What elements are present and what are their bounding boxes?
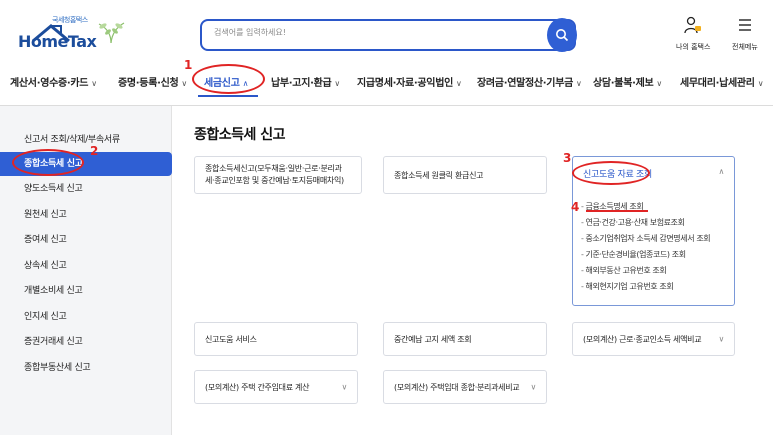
gnb-item-certificate[interactable]: 증명·등록·신청 ∨: [118, 74, 187, 89]
gnb-item-agent[interactable]: 세무대리·납세관리 ∨: [680, 74, 764, 89]
gnb-item-invoice[interactable]: 계산서·영수증·카드 ∨: [10, 74, 97, 89]
sub-item-sme-reduction[interactable]: - 중소기업취업자 소득세 감면명세서 조회: [581, 231, 711, 247]
gnb-active-underline: [198, 95, 258, 97]
sidebar-item-stamp-tax[interactable]: 인지세 신고: [0, 305, 172, 329]
chevron-down-icon: ∨: [456, 79, 462, 88]
sidebar-item-inheritance-tax[interactable]: 상속세 신고: [0, 254, 172, 278]
card-label: (모의계산) 근로·종교인소득 세액비교: [583, 335, 702, 344]
sub-item-expense-ratio[interactable]: - 기준·단순경비율(업종코드) 조회: [581, 247, 710, 263]
sub-item-financial-income[interactable]: - 금융소득명세 조회: [581, 199, 710, 215]
search-button[interactable]: [547, 18, 577, 52]
chevron-down-icon: ∨: [656, 79, 662, 88]
annotation-number-3: 3: [563, 151, 572, 165]
card-label: 종합소득세 원클릭 환급신고: [394, 171, 484, 180]
full-menu-label: 전체메뉴: [732, 43, 758, 51]
logo-text: HomeTax: [18, 32, 97, 51]
plant-icon: [98, 22, 125, 44]
sidebar-item-transfer-tax[interactable]: 양도소득세 신고: [0, 177, 172, 201]
sidebar-item-report-inquiry[interactable]: 신고서 조회/삭제/부속서류: [0, 128, 172, 152]
annotation-underline-financial: [586, 210, 648, 212]
my-hometax-label: 나의 홈택스: [676, 43, 711, 51]
chevron-down-icon: ∨: [91, 79, 97, 88]
help-data-sublist: - 금융소득명세 조회 - 연금·건강·고용·산재 보험료조회 - 중소기업취업자 소…: [581, 199, 711, 295]
sidebar-item-securities-tax[interactable]: 증권거래세 신고: [0, 330, 172, 354]
chevron-down-icon: ∨: [757, 79, 764, 88]
annotation-number-1: 1: [184, 58, 193, 72]
annotation-ring-help-data: [572, 161, 650, 185]
chevron-up-icon[interactable]: ∧: [718, 167, 724, 176]
gnb-label: 납부·고지·환급: [271, 78, 332, 89]
chevron-down-icon: ∨: [341, 382, 347, 392]
gnb-item-incentive[interactable]: 장려금·연말정산·기부금 ∨: [477, 74, 582, 89]
user-lock-icon: [684, 16, 702, 34]
gnb-label: 지급명세·자료·공익법인: [357, 78, 453, 89]
gnb-item-payment[interactable]: 납부·고지·환급 ∨: [271, 74, 340, 89]
gnb-label: 증명·등록·신청: [118, 78, 179, 89]
chevron-down-icon: ∨: [181, 79, 187, 88]
search-input[interactable]: [214, 28, 544, 37]
sidebar-item-withholding-tax[interactable]: 원천세 신고: [0, 203, 172, 227]
page-title: 종합소득세 신고: [194, 127, 286, 143]
search-box: [200, 18, 577, 52]
card-label-line1: 종합소득세신고(모두채움·일반·근로·분리과: [205, 164, 342, 173]
sidebar-item-consumption-tax[interactable]: 개별소비세 신고: [0, 279, 172, 303]
gnb-label: 세무대리·납세관리: [680, 78, 755, 89]
my-hometax-button[interactable]: 나의 홈택스: [676, 16, 710, 52]
chevron-down-icon: ∨: [530, 382, 536, 392]
annotation-ring-tax-report: [192, 64, 265, 94]
chevron-down-icon: ∨: [576, 79, 582, 88]
card-label: 중간예납 고지 세액 조회: [394, 335, 472, 344]
card-help-service[interactable]: 신고도움 서비스: [194, 322, 358, 356]
sub-item-insurance[interactable]: - 연금·건강·고용·산재 보험료조회: [581, 215, 710, 231]
gnb-label: 계산서·영수증·카드: [10, 78, 89, 89]
chevron-down-icon: ∨: [334, 79, 340, 88]
annotation-number-4: 4: [571, 200, 580, 214]
search-icon: [556, 29, 569, 42]
chevron-down-icon: ∨: [718, 334, 724, 344]
card-mock-labor[interactable]: (모의계산) 근로·종교인소득 세액비교 ∨: [572, 322, 735, 356]
gnb-label: 장려금·연말정산·기부금: [477, 78, 573, 89]
card-oneclick-refund[interactable]: 종합소득세 원클릭 환급신고: [383, 156, 547, 194]
card-mock-housing[interactable]: (모의계산) 주택임대 종합·분리과세비교 ∨: [383, 370, 547, 404]
gnb-label: 상담·불복·제보: [593, 78, 654, 89]
sidebar-item-gift-tax[interactable]: 증여세 신고: [0, 228, 172, 252]
main-navigation: 계산서·영수증·카드 ∨ 증명·등록·신청 ∨ 세금신고 ∧ 납부·고지·환급 ∨ 지급…: [0, 70, 773, 100]
card-label-line2: 세·종교인포함 및 중간예납·토지등매매차익): [205, 176, 344, 185]
card-income-tax-report[interactable]: 종합소득세신고(모두채움·일반·근로·분리과 세·종교인포함 및 중간예납·토지…: [194, 156, 362, 194]
card-mock-rent[interactable]: (모의계산) 주택 간주임대료 계산 ∨: [194, 370, 358, 404]
sub-item-foreign-property[interactable]: - 해외부동산 고유번호 조회: [581, 263, 710, 279]
gnb-item-consult[interactable]: 상담·불복·제보 ∨: [593, 74, 662, 89]
card-interim-notice[interactable]: 중간예납 고지 세액 조회: [383, 322, 547, 356]
sidebar-item-property-tax[interactable]: 종합부동산세 신고: [0, 356, 172, 380]
card-label: (모의계산) 주택임대 종합·분리과세비교: [394, 383, 520, 392]
sub-item-foreign-company[interactable]: - 해외현지기업 고유번호 조회: [581, 279, 710, 295]
annotation-number-2: 2: [90, 144, 99, 158]
gnb-item-statement[interactable]: 지급명세·자료·공익법인 ∨: [357, 74, 462, 89]
card-label: (모의계산) 주택 간주임대료 계산: [205, 383, 310, 392]
card-label: 신고도움 서비스: [205, 335, 257, 344]
logo-subtitle: 국세청홈택스: [52, 16, 88, 24]
annotation-ring-income-tax: [12, 149, 84, 176]
full-menu-button[interactable]: 전체메뉴: [732, 16, 758, 52]
hamburger-icon: [738, 19, 751, 31]
